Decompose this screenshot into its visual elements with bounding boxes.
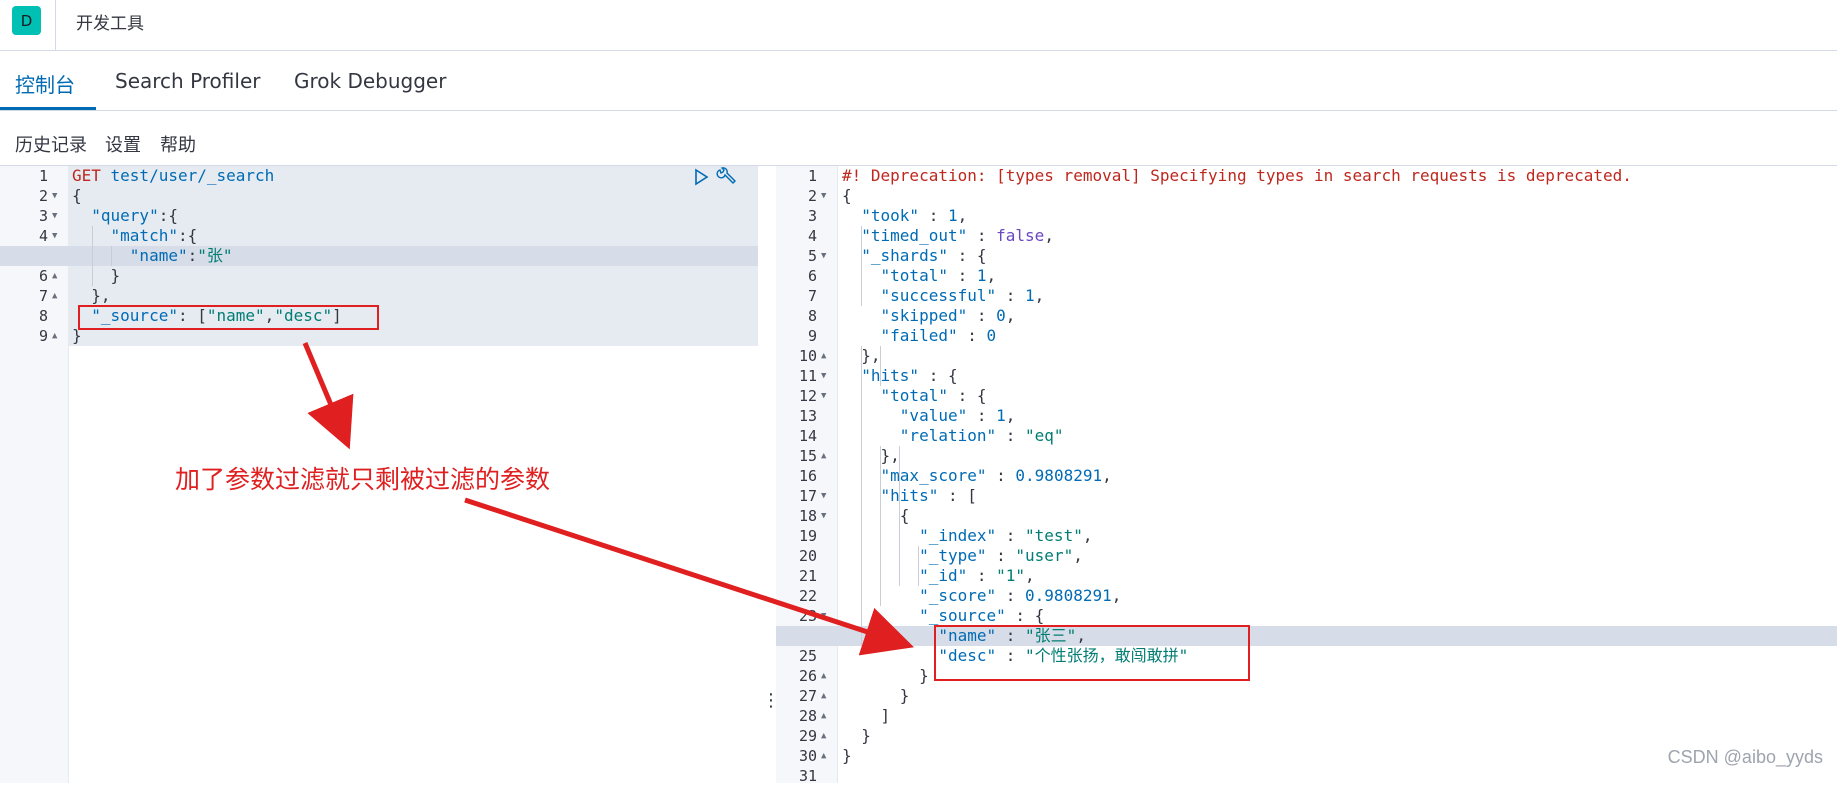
- watermark: CSDN @aibo_yyds: [1667, 747, 1823, 767]
- annotation-arrows: [302, 342, 915, 656]
- arrow-down: [302, 342, 354, 450]
- arrow-right: [464, 497, 915, 656]
